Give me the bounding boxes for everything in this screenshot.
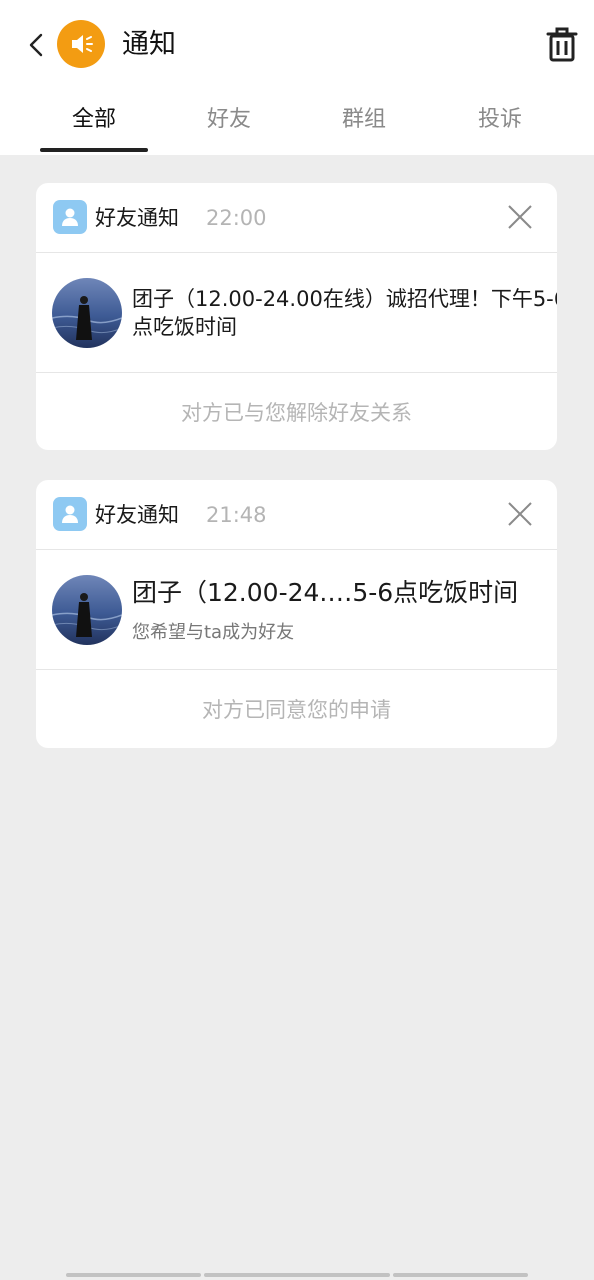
notification-message: 团子（12.00-24.…5-6点吃饭时间 xyxy=(132,578,519,607)
notification-card[interactable]: 好友通知 21:48 团子（12.00-24.…5-6点吃饭时间 您希望与ta成… xyxy=(36,480,557,748)
back-button[interactable] xyxy=(22,28,50,62)
notification-card[interactable]: 好友通知 22:00 团子（12.00-24.00在线）诚招代理！下午5-6点吃… xyxy=(36,183,557,450)
notification-type: 好友通知 xyxy=(95,206,179,230)
card-header: 好友通知 21:48 xyxy=(36,480,557,550)
friend-notification-icon xyxy=(53,200,87,234)
notification-subtitle: 您希望与ta成为好友 xyxy=(132,622,295,643)
card-body: 团子（12.00-24.…5-6点吃饭时间 您希望与ta成为好友 xyxy=(36,550,557,670)
close-button[interactable] xyxy=(504,201,536,233)
home-indicator-segment xyxy=(393,1273,528,1277)
delete-all-button[interactable] xyxy=(543,26,581,64)
notification-status: 对方已与您解除好友关系 xyxy=(181,400,412,425)
tab-groups[interactable]: 群组 xyxy=(309,104,419,136)
close-icon xyxy=(508,502,532,526)
close-icon xyxy=(508,205,532,229)
trash-icon xyxy=(546,27,578,62)
notification-message: 团子（12.00-24.00在线）诚招代理！下午5-6点吃饭时间 xyxy=(132,287,557,339)
notifications-page: 通知 全部 好友 群组 投诉 好友通知 22:00 团子（12.00-24.00… xyxy=(0,0,594,1280)
tab-bar: 全部 好友 群组 投诉 xyxy=(0,92,594,154)
tab-all[interactable]: 全部 xyxy=(39,104,149,136)
active-tab-indicator xyxy=(40,148,148,152)
close-button[interactable] xyxy=(504,498,536,530)
notification-time: 21:48 xyxy=(206,503,267,527)
speaker-icon xyxy=(57,20,105,68)
home-indicator-segment xyxy=(66,1273,201,1277)
tab-complaints[interactable]: 投诉 xyxy=(445,104,555,136)
avatar[interactable] xyxy=(52,575,122,645)
home-indicator-segment xyxy=(204,1273,390,1277)
home-indicator xyxy=(66,1273,528,1278)
friend-notification-icon xyxy=(53,497,87,531)
card-header: 好友通知 22:00 xyxy=(36,183,557,253)
page-title: 通知 xyxy=(122,29,176,60)
tab-friends[interactable]: 好友 xyxy=(174,104,284,136)
top-bar: 通知 全部 好友 群组 投诉 xyxy=(0,0,594,155)
notification-status: 对方已同意您的申请 xyxy=(202,697,391,722)
chevron-left-icon xyxy=(29,33,43,57)
notification-time: 22:00 xyxy=(206,206,267,230)
card-body: 团子（12.00-24.00在线）诚招代理！下午5-6点吃饭时间 xyxy=(36,253,557,373)
avatar[interactable] xyxy=(52,278,122,348)
notification-type: 好友通知 xyxy=(95,503,179,527)
